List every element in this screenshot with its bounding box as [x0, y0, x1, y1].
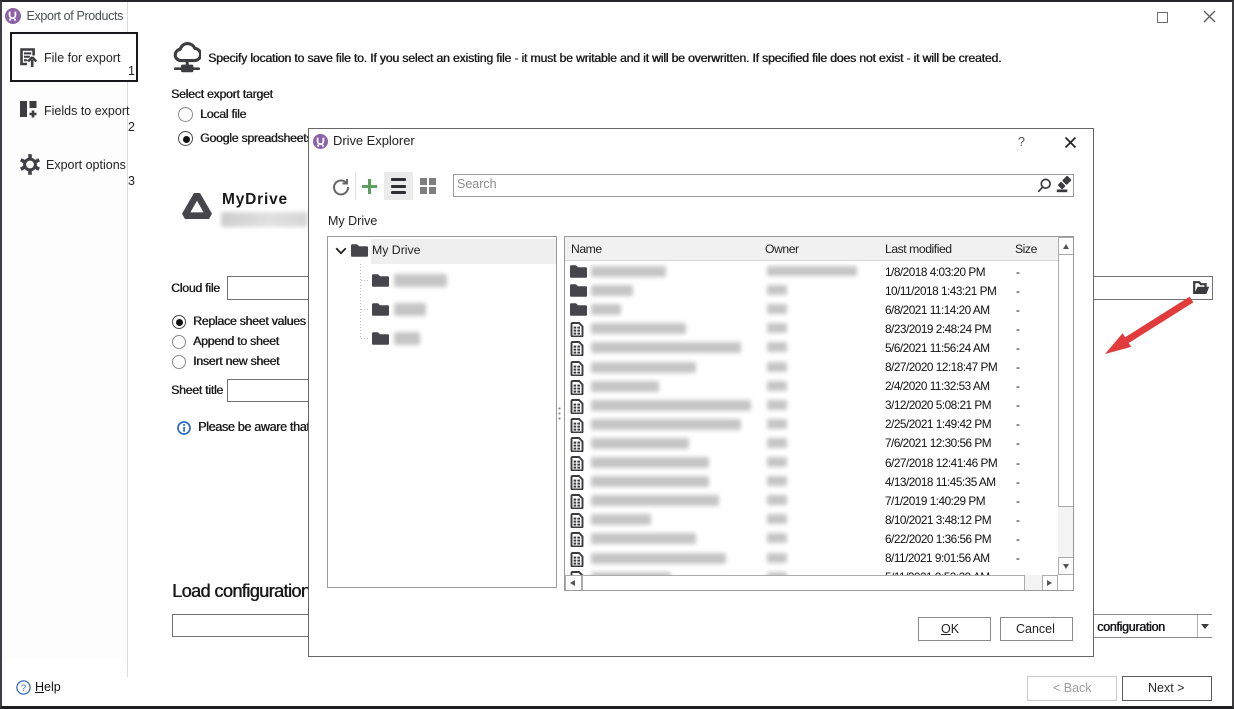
svg-text:?: ?	[21, 683, 26, 694]
